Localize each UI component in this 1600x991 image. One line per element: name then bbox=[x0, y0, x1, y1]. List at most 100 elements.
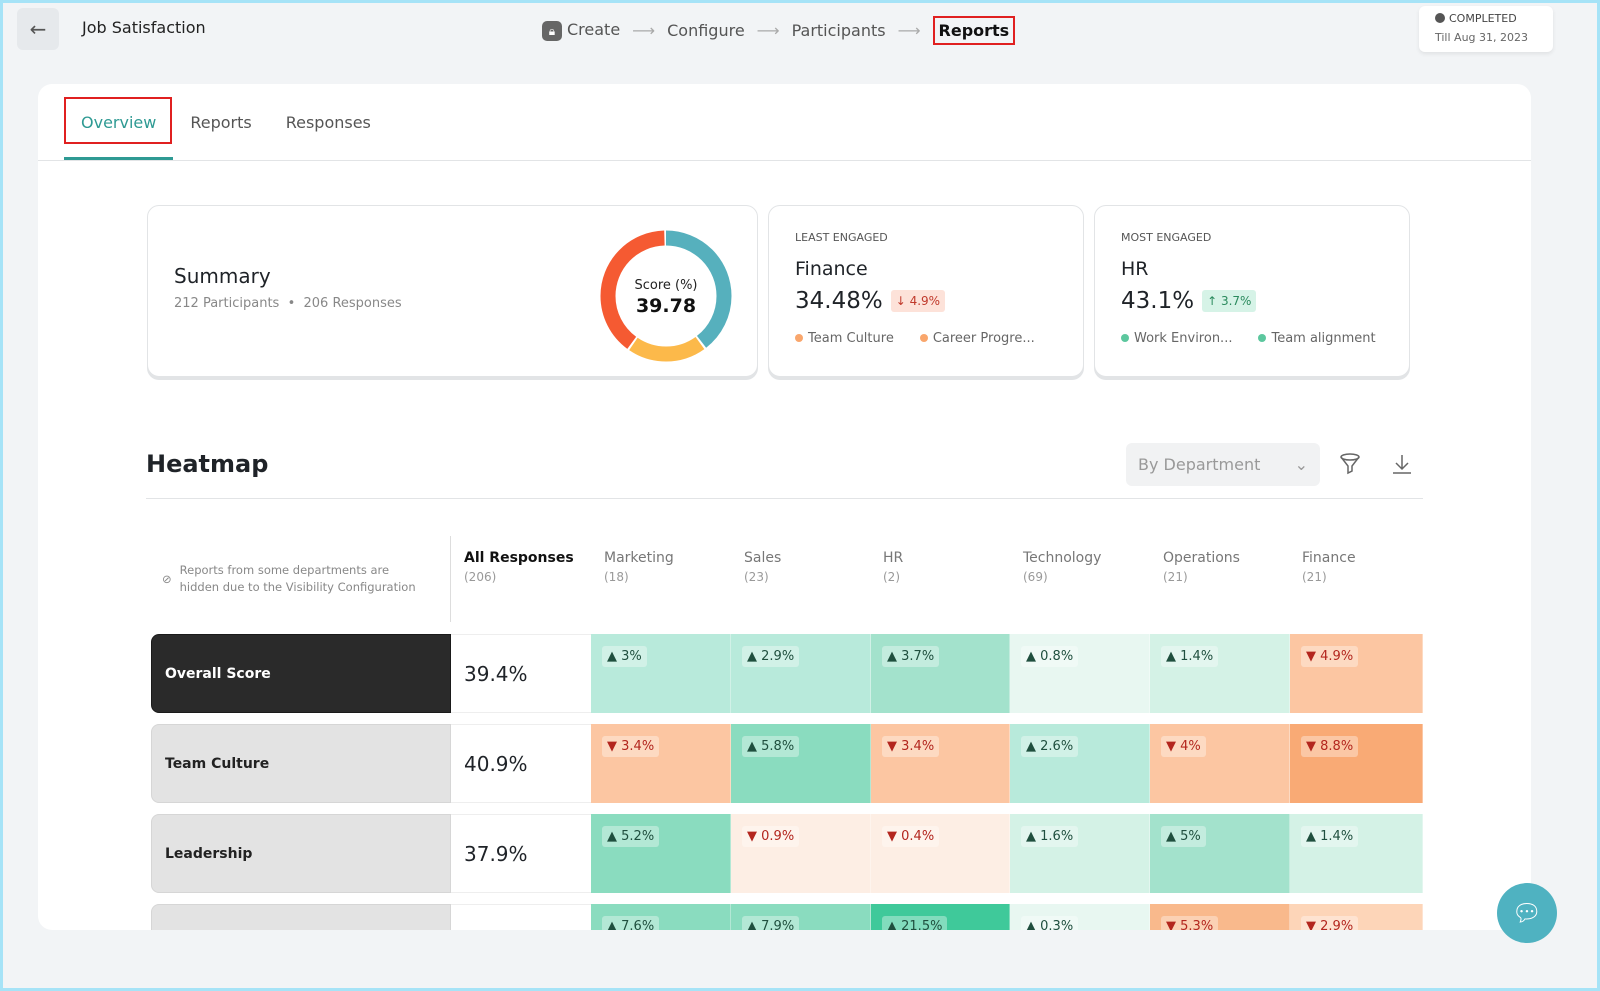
triangle-up-icon: ▲ bbox=[747, 649, 757, 664]
tab-responses[interactable]: Responses bbox=[269, 84, 388, 160]
row-label[interactable] bbox=[151, 904, 451, 930]
divider bbox=[146, 498, 1423, 499]
score-label: Score (%) bbox=[634, 278, 697, 293]
triangle-down-icon: ▼ bbox=[1166, 739, 1176, 754]
heatmap-cell[interactable]: ▲ 3% bbox=[591, 634, 731, 713]
tab-reports[interactable]: Reports bbox=[173, 84, 268, 160]
download-icon[interactable] bbox=[1390, 452, 1414, 481]
triangle-up-icon: ▲ bbox=[607, 829, 617, 844]
heatmap-cell[interactable]: ▲ 0.3% bbox=[1010, 904, 1150, 930]
triangle-up-icon: ▲ bbox=[1026, 739, 1036, 754]
heatmap-cell[interactable]: ▲ 21.5% bbox=[871, 904, 1010, 930]
heatmap-cell[interactable]: ▼ 8.8% bbox=[1290, 724, 1423, 803]
heatmap-cell[interactable]: ▼ 3.4% bbox=[871, 724, 1010, 803]
heatmap-cell[interactable]: ▼ 2.9% bbox=[1290, 904, 1423, 930]
summary-card: Summary 212 Participants • 206 Responses… bbox=[147, 205, 758, 377]
tag: Career Progre... bbox=[919, 331, 1035, 346]
page-title: Job Satisfaction bbox=[82, 18, 206, 37]
least-caption: LEAST ENGAGED bbox=[795, 231, 888, 244]
main-card: Overview Reports Responses Summary 212 P… bbox=[38, 84, 1531, 930]
triangle-up-icon: ▲ bbox=[1306, 829, 1316, 844]
column-header: All Responses (206) bbox=[464, 550, 574, 584]
arrow-left-icon: ← bbox=[29, 17, 47, 41]
status-date: Till Aug 31, 2023 bbox=[1435, 31, 1529, 44]
column-header: HR (2) bbox=[883, 550, 904, 584]
arrow-right-icon: ⟶ bbox=[897, 21, 921, 40]
heatmap-cell[interactable]: ▼ 0.4% bbox=[871, 814, 1010, 893]
row-label[interactable]: Overall Score bbox=[151, 634, 451, 713]
heatmap-cell[interactable]: ▼ 4.9% bbox=[1290, 634, 1423, 713]
all-responses-value: 39.4% bbox=[451, 634, 591, 713]
most-name: HR bbox=[1121, 258, 1149, 280]
heatmap-cell[interactable]: ▲ 5% bbox=[1150, 814, 1290, 893]
row-label[interactable]: Leadership bbox=[151, 814, 451, 893]
arrow-right-icon: ⟶ bbox=[756, 21, 780, 40]
chevron-down-icon: ⌄ bbox=[1294, 455, 1308, 474]
heatmap-cell[interactable]: ▼ 0.9% bbox=[731, 814, 871, 893]
heatmap-cell[interactable]: ▲ 1.6% bbox=[1010, 814, 1150, 893]
heatmap-cell[interactable]: ▼ 4% bbox=[1150, 724, 1290, 803]
tag: Team Culture bbox=[795, 331, 894, 346]
column-header: Finance (21) bbox=[1302, 550, 1356, 584]
heatmap-cell[interactable]: ▼ 5.3% bbox=[1150, 904, 1290, 930]
least-name: Finance bbox=[795, 258, 868, 280]
column-header: Operations (21) bbox=[1163, 550, 1240, 584]
triangle-down-icon: ▼ bbox=[887, 829, 897, 844]
triangle-up-icon: ▲ bbox=[1166, 829, 1176, 844]
triangle-down-icon: ▼ bbox=[1306, 739, 1316, 754]
heatmap-cell[interactable]: ▲ 3.7% bbox=[871, 634, 1010, 713]
score-donut: Score (%) 39.78 bbox=[600, 230, 732, 362]
eye-off-icon: ⊘ bbox=[162, 571, 172, 586]
triangle-up-icon: ▲ bbox=[747, 919, 757, 930]
column-header: Sales (23) bbox=[744, 550, 782, 584]
triangle-up-icon: ▲ bbox=[1026, 829, 1036, 844]
heatmap-cell[interactable]: ▲ 7.9% bbox=[731, 904, 871, 930]
group-by-select[interactable]: By Department ⌄ bbox=[1126, 443, 1320, 486]
back-button[interactable]: ← bbox=[17, 8, 59, 50]
heatmap-title: Heatmap bbox=[146, 450, 269, 478]
all-responses-value: 37.9% bbox=[451, 814, 591, 893]
arrow-right-icon: ⟶ bbox=[632, 21, 656, 40]
heatmap-cell[interactable]: ▲ 1.4% bbox=[1290, 814, 1423, 893]
divider bbox=[38, 160, 1531, 161]
triangle-down-icon: ▼ bbox=[1166, 919, 1176, 930]
heatmap-cell[interactable]: ▼ 3.4% bbox=[591, 724, 731, 803]
step-participants[interactable]: Participants bbox=[792, 21, 886, 40]
filter-icon[interactable] bbox=[1338, 452, 1362, 481]
divider bbox=[450, 536, 451, 622]
heatmap-cell[interactable]: ▲ 2.9% bbox=[731, 634, 871, 713]
heatmap-cell[interactable]: ▲ 7.6% bbox=[591, 904, 731, 930]
summary-title: Summary bbox=[174, 264, 271, 288]
column-header: Marketing (18) bbox=[604, 550, 674, 584]
heatmap-cell[interactable]: ▲ 0.8% bbox=[1010, 634, 1150, 713]
chat-button[interactable]: 💬︎ bbox=[1497, 883, 1557, 943]
chat-icon: 💬︎ bbox=[1511, 899, 1543, 927]
triangle-up-icon: ▲ bbox=[1166, 649, 1176, 664]
summary-subtitle: 212 Participants • 206 Responses bbox=[174, 296, 402, 311]
triangle-down-icon: ▼ bbox=[747, 829, 757, 844]
least-engaged-card: LEAST ENGAGED Finance 34.48% ↓ 4.9% Team … bbox=[768, 205, 1084, 377]
row-label[interactable]: Team Culture bbox=[151, 724, 451, 803]
step-reports[interactable]: Reports bbox=[932, 16, 1016, 45]
most-caption: MOST ENGAGED bbox=[1121, 231, 1212, 244]
heatmap-cell[interactable]: ▲ 2.6% bbox=[1010, 724, 1150, 803]
least-value: 34.48% bbox=[795, 288, 883, 314]
tab-overview[interactable]: Overview bbox=[64, 84, 174, 160]
triangle-up-icon: ▲ bbox=[1026, 919, 1036, 930]
triangle-down-icon: ▼ bbox=[607, 739, 617, 754]
triangle-down-icon: ▼ bbox=[887, 739, 897, 754]
heatmap-cell[interactable]: ▲ 1.4% bbox=[1150, 634, 1290, 713]
triangle-up-icon: ▲ bbox=[607, 649, 617, 664]
heatmap-cell[interactable]: ▲ 5.2% bbox=[591, 814, 731, 893]
triangle-up-icon: ▲ bbox=[887, 919, 897, 930]
column-header: Technology (69) bbox=[1023, 550, 1102, 584]
tag: Work Environ... bbox=[1121, 331, 1232, 346]
least-delta: ↓ 4.9% bbox=[890, 290, 946, 312]
status-dot-icon bbox=[1435, 13, 1445, 23]
heatmap-cell[interactable]: ▲ 5.8% bbox=[731, 724, 871, 803]
lock-icon: 🔒︎ bbox=[542, 21, 562, 41]
step-create[interactable]: 🔒︎ Create bbox=[542, 20, 620, 41]
step-configure[interactable]: Configure bbox=[667, 21, 745, 40]
most-engaged-card: MOST ENGAGED HR 43.1% ↑ 3.7% Work Environ… bbox=[1094, 205, 1410, 377]
tag: Team alignment bbox=[1258, 331, 1376, 346]
